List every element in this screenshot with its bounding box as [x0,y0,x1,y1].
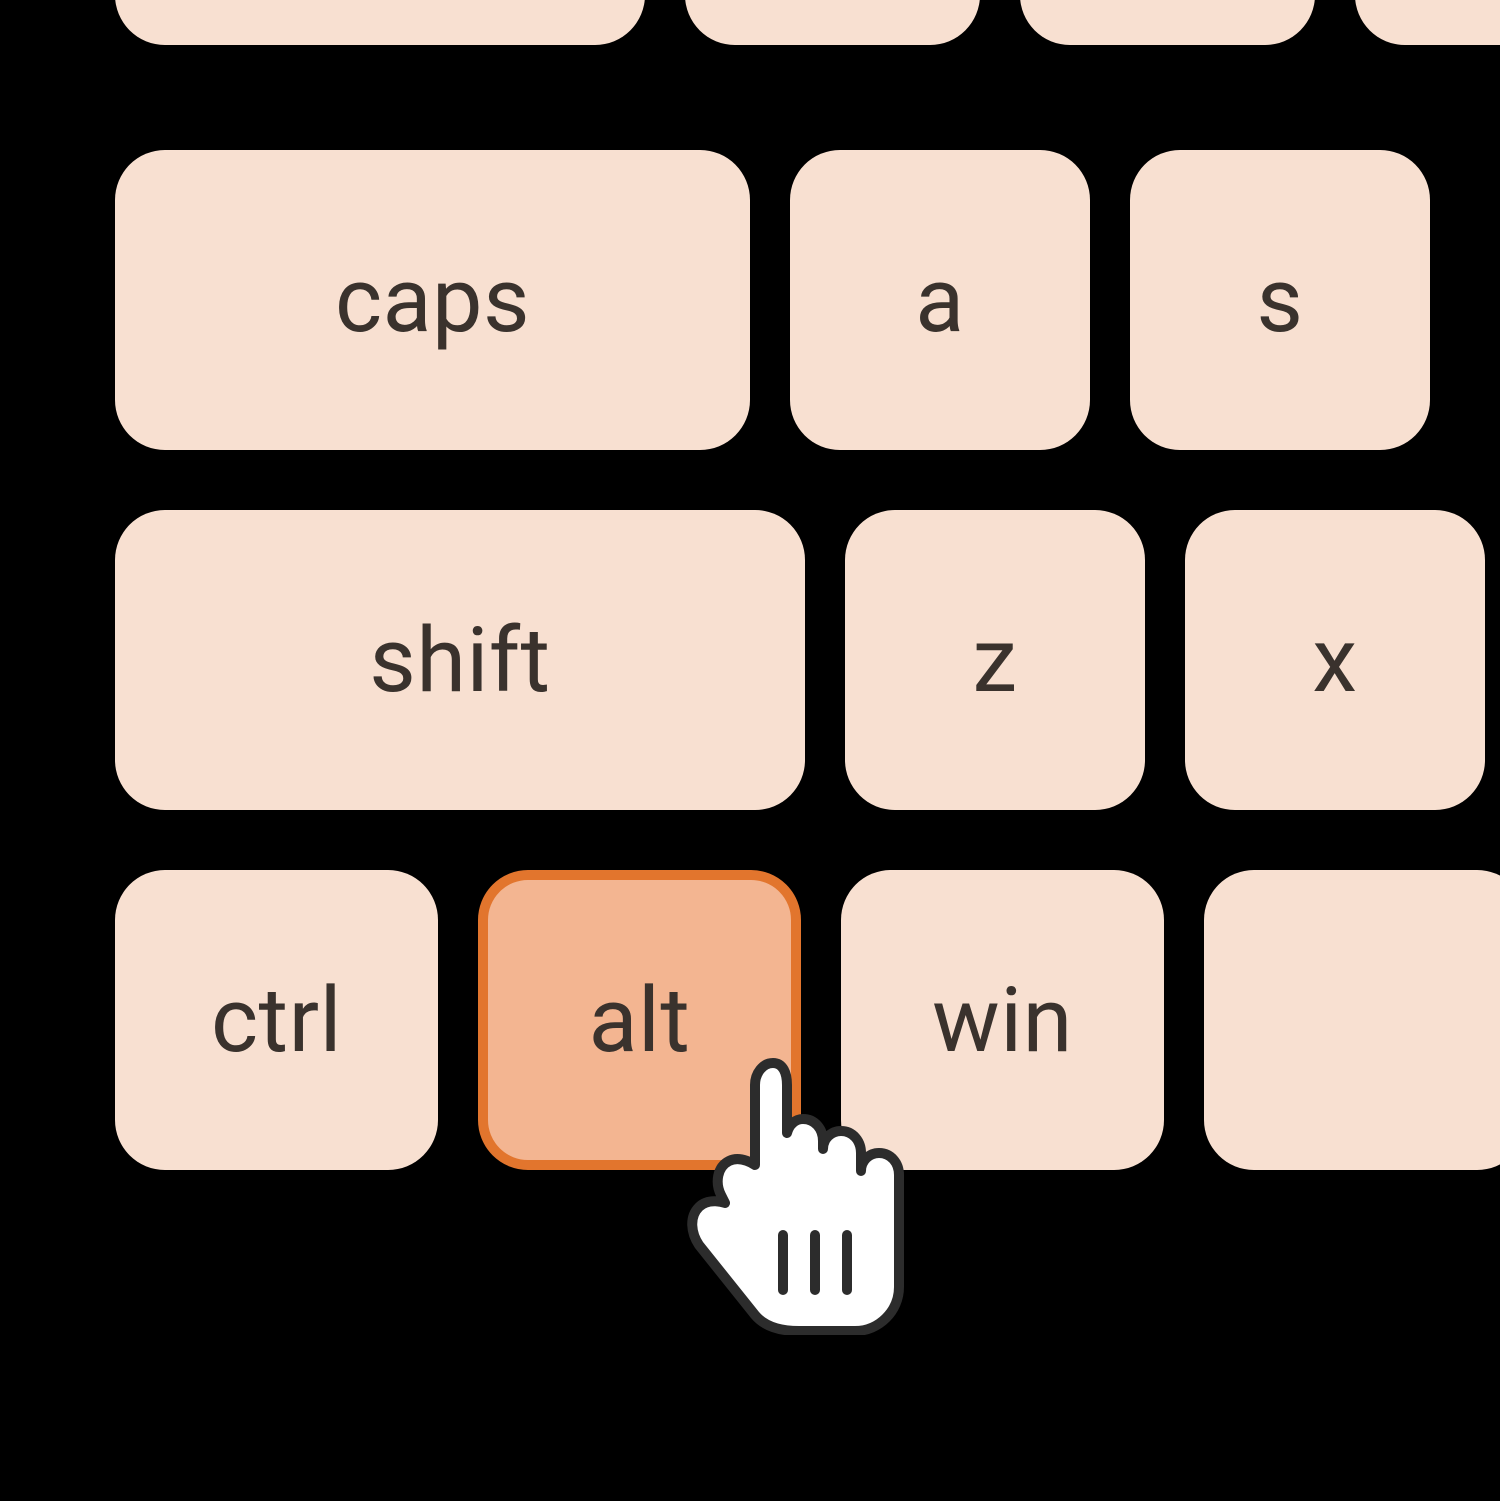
key-label: ctrl [211,968,342,1073]
key-z[interactable]: z [845,510,1145,810]
key-alt[interactable]: alt [478,870,801,1170]
key-label: x [1312,608,1357,713]
key-a[interactable]: a [790,150,1090,450]
key-label: win [932,968,1073,1073]
key-e[interactable]: e [1355,0,1500,45]
key-caps[interactable]: caps [115,150,750,450]
key-label: a [915,248,964,353]
key-w[interactable]: w [1020,0,1315,45]
key-label: z [972,608,1017,713]
key-tab[interactable]: tab [115,0,645,45]
key-label: caps [335,248,530,353]
key-extra[interactable] [1204,870,1500,1170]
key-shift[interactable]: shift [115,510,805,810]
key-label: alt [589,968,691,1073]
key-win[interactable]: win [841,870,1164,1170]
key-x[interactable]: x [1185,510,1485,810]
keyboard-diagram: tab q w e caps a s shift z x ctrl alt wi… [0,0,1500,1501]
key-ctrl[interactable]: ctrl [115,870,438,1170]
key-label: shift [369,608,550,713]
key-q[interactable]: q [685,0,980,45]
key-s[interactable]: s [1130,150,1430,450]
key-label: s [1257,248,1304,353]
